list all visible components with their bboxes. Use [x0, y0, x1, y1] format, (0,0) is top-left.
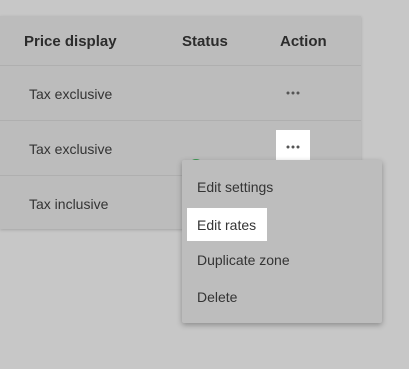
row-actions-menu: Edit settings Edit rates Duplicate zone … — [182, 160, 382, 323]
price-display-cell: Tax exclusive — [29, 141, 113, 157]
more-horizontal-icon — [286, 145, 300, 149]
column-header-action: Action — [280, 33, 327, 50]
column-header-status: Status — [182, 33, 228, 50]
row-actions-button[interactable] — [276, 76, 310, 110]
price-display-cell: Tax exclusive — [29, 86, 113, 102]
menu-item-delete[interactable]: Delete — [197, 289, 237, 305]
column-header-price-display: Price display — [24, 33, 117, 50]
table-header-row: Price display Status Action — [0, 16, 361, 66]
menu-item-edit-rates[interactable]: Edit rates — [187, 208, 267, 241]
price-display-cell: Tax inclusive — [29, 196, 109, 212]
row-actions-button-active[interactable] — [276, 130, 310, 164]
menu-item-edit-settings[interactable]: Edit settings — [197, 179, 273, 195]
menu-item-label: Edit rates — [197, 217, 257, 233]
more-horizontal-icon — [286, 91, 300, 95]
table-row: Tax exclusive — [0, 66, 361, 121]
menu-item-duplicate-zone[interactable]: Duplicate zone — [197, 252, 290, 268]
